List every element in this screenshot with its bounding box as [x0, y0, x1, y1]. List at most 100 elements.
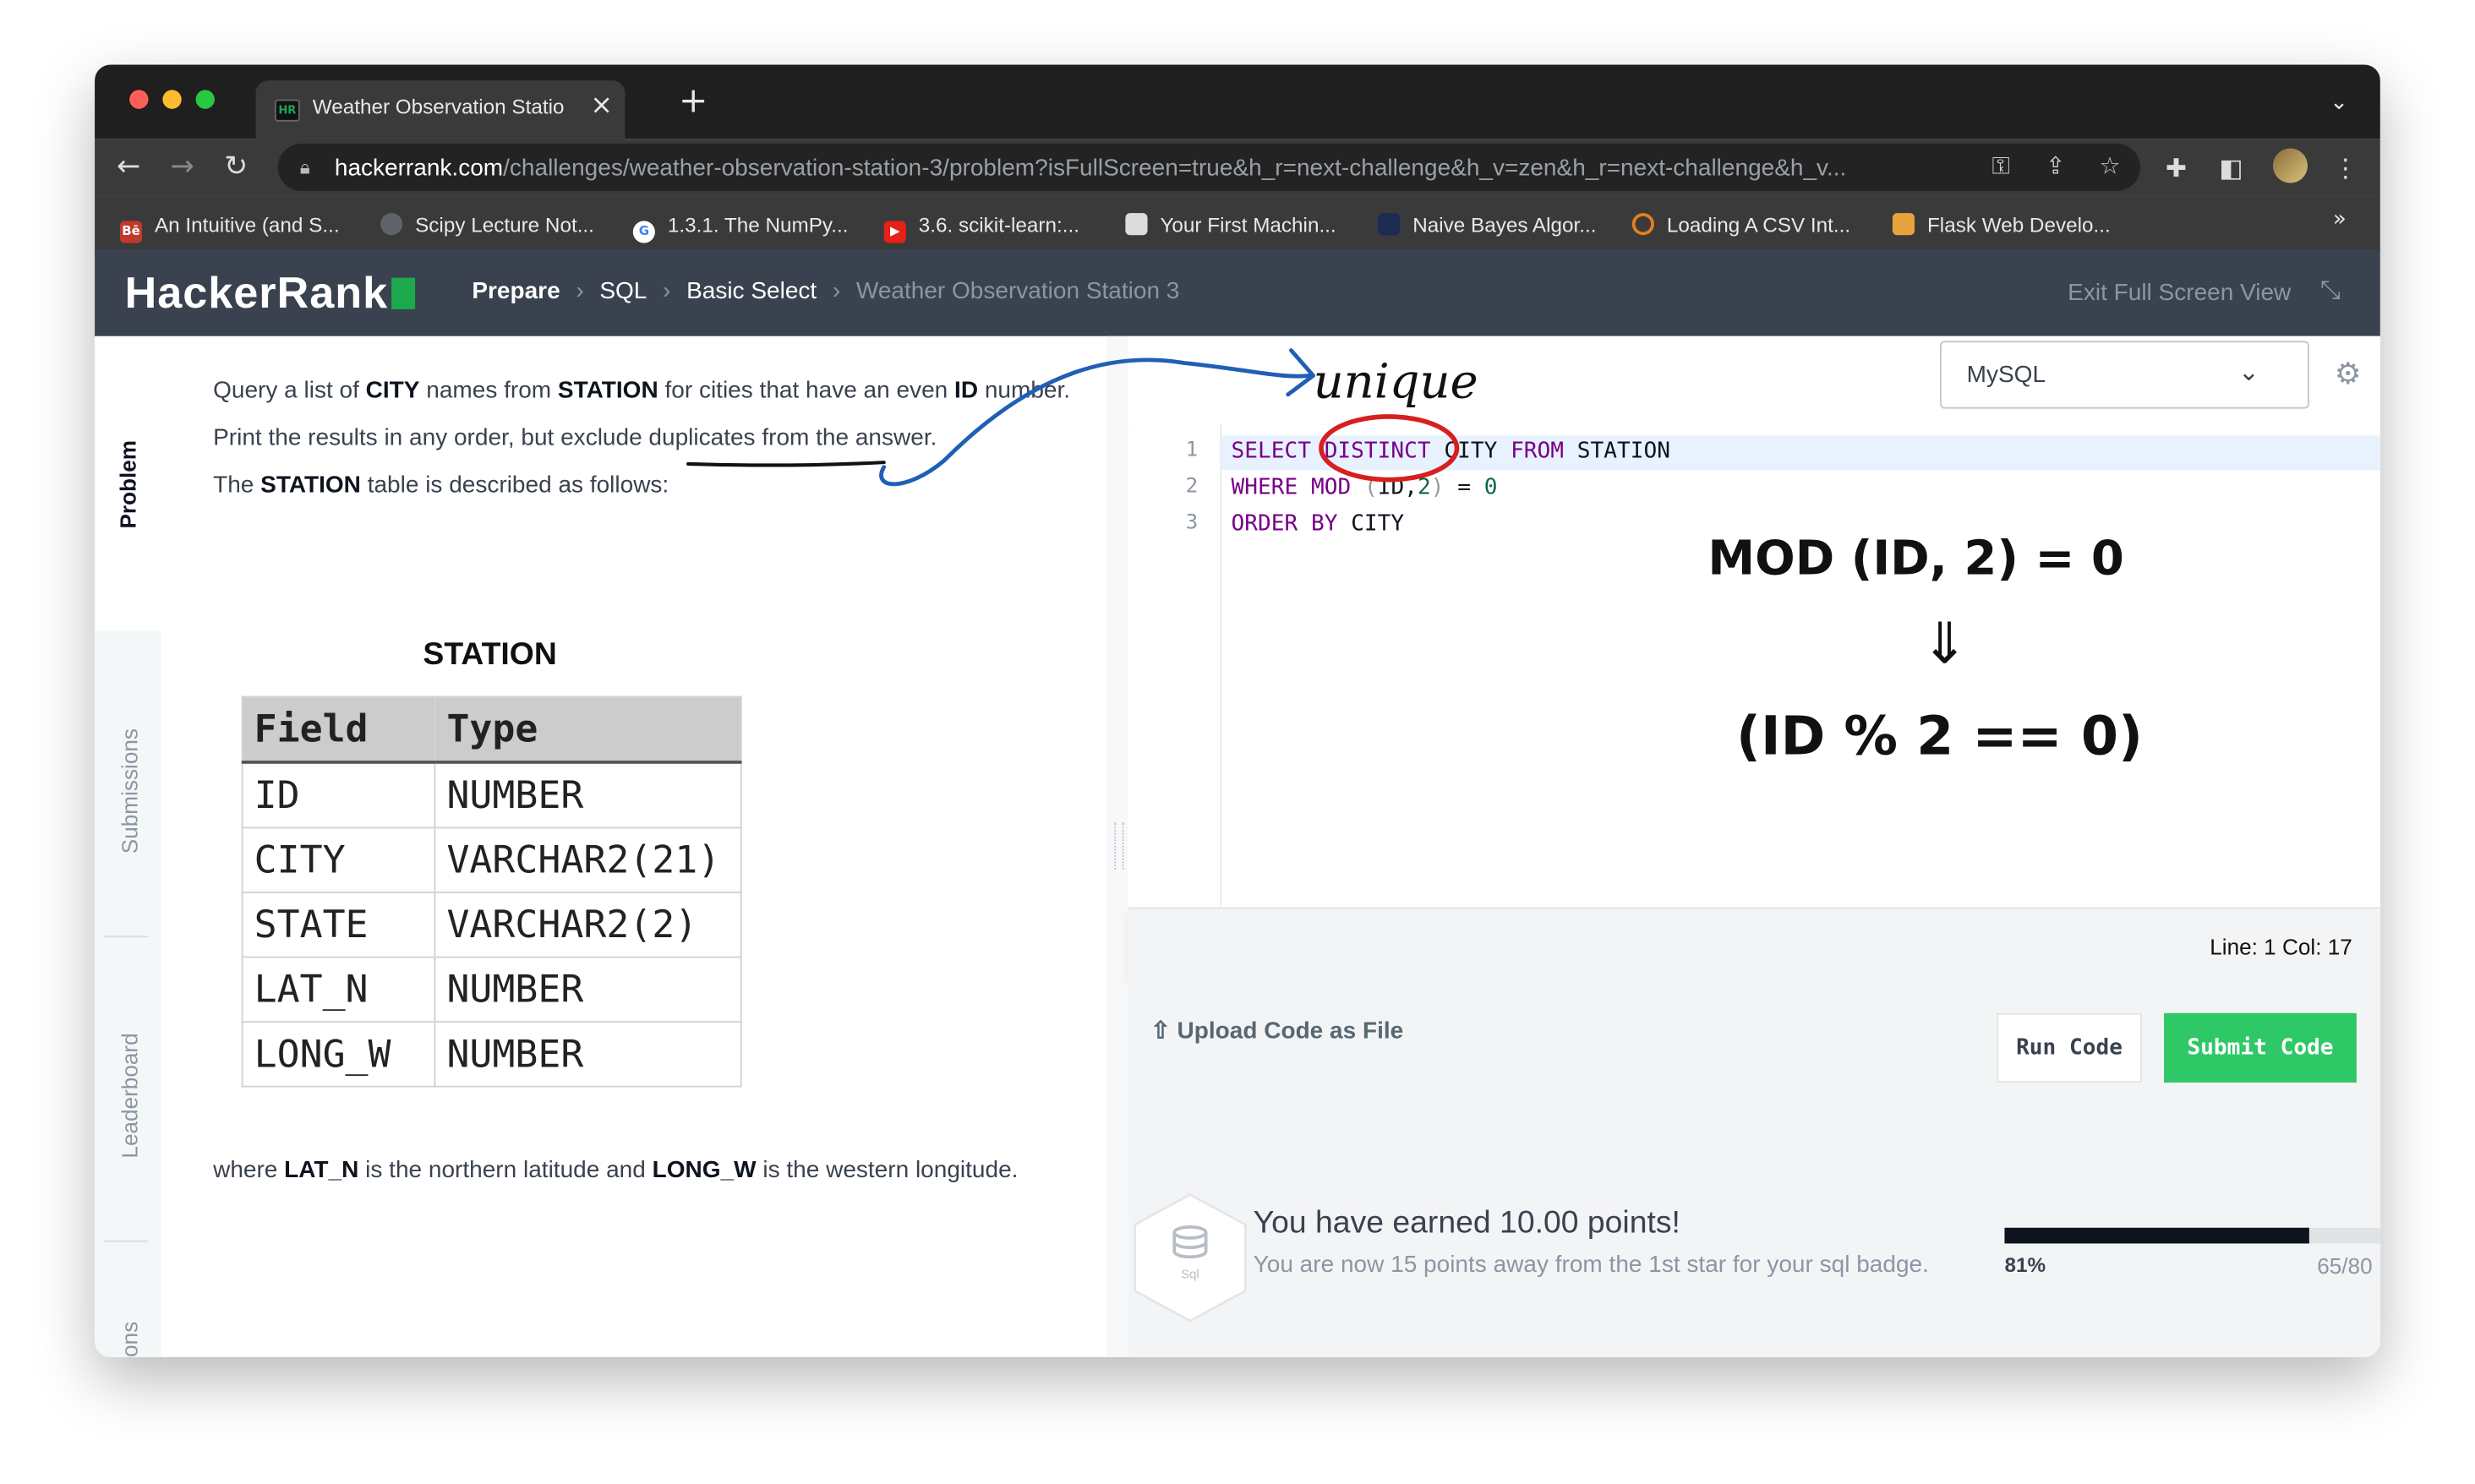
close-tab-icon[interactable]: × [590, 90, 613, 121]
language-value: MySQL [1966, 361, 2046, 389]
bookmark-item[interactable]: Naive Bayes Algor... [1378, 208, 1596, 237]
share-icon[interactable]: ⇪ [2046, 151, 2065, 180]
code-editor[interactable]: SELECT DISTINCT CITY FROM STATION WHERE … [1221, 424, 2380, 906]
problem-statement: Query a list of CITY names from STATION … [213, 368, 1097, 510]
logo-text: HackerRank [124, 268, 389, 318]
type-cell: NUMBER [434, 956, 742, 1023]
bookmark-item[interactable]: Loading A CSV Int... [1631, 208, 1850, 237]
breadcrumb-prepare[interactable]: Prepare [472, 278, 560, 305]
address-bar[interactable]: 🔒︎ hackerrank.com/challenges/weather-obs… [277, 143, 2141, 191]
token: BY [1310, 511, 1338, 537]
run-code-button[interactable]: Run Code [1997, 1012, 2142, 1083]
token: MOD [1310, 475, 1352, 500]
station-keyword: STATION [557, 377, 658, 405]
bookmark-label: Your First Machin... [1160, 213, 1336, 237]
page-icon [1125, 213, 1148, 236]
side-panel-icon[interactable]: ◧ [2219, 153, 2243, 183]
tab-problem[interactable]: Problem [115, 440, 140, 529]
key-icon[interactable]: ⚿ [1992, 151, 2010, 180]
bookmark-item[interactable]: Your First Machin... [1125, 208, 1336, 237]
gear-icon[interactable]: ⚙ [2335, 357, 2362, 391]
bookmark-label: Flask Web Develo... [1926, 213, 2111, 237]
back-icon[interactable]: ← [117, 150, 140, 183]
code-line: ORDER BY CITY [1231, 511, 1404, 537]
language-select[interactable]: MySQL ⌄ [1939, 341, 2309, 409]
tab-submissions[interactable]: Submissions [117, 728, 142, 854]
text: table is described as follows: [360, 472, 669, 499]
bookmark-item[interactable]: G 1.3.1. The NumPy... [632, 208, 848, 243]
upload-code-link[interactable]: ⇧ Upload Code as File [1150, 1017, 1403, 1045]
dark-site-icon [1378, 213, 1401, 236]
editor-toolbar: MySQL ⌄ ⚙ [1128, 336, 2380, 427]
text: names from [419, 377, 558, 405]
hackerrank-logo[interactable]: HackerRank [125, 268, 415, 319]
url-text: hackerrank.com/challenges/weather-observ… [335, 155, 1976, 182]
profile-avatar[interactable] [2272, 148, 2308, 183]
side-divider [104, 1240, 149, 1242]
bookmark-star-icon[interactable]: ☆ [2100, 151, 2121, 180]
exit-full-screen-link[interactable]: Exit Full Screen View [2068, 280, 2291, 307]
column-header: Type [434, 696, 742, 764]
extensions-icon[interactable]: ✚ [2166, 153, 2187, 183]
hackerrank-favicon-icon: HR [274, 99, 300, 122]
browser-tab[interactable]: HR Weather Observation Station 3 × [255, 80, 626, 139]
station-keyword: STATION [260, 472, 361, 499]
token: SELECT [1231, 439, 1311, 464]
menu-icon[interactable]: ⋮ [2333, 153, 2358, 183]
token: STATION [1564, 439, 1670, 464]
breadcrumb-current: Weather Observation Station 3 [855, 277, 1180, 305]
bookmark-item[interactable]: Scipy Lecture Not... [380, 208, 594, 237]
maximize-window-button[interactable] [195, 90, 215, 109]
breadcrumb-sql[interactable]: SQL [599, 278, 647, 305]
token: FROM [1511, 439, 1565, 464]
token: 2 [1417, 475, 1431, 500]
chevron-right-icon: › [663, 277, 671, 305]
bookmark-item[interactable]: Bē An Intuitive (and S... [119, 208, 340, 243]
token: DISTINCT [1324, 439, 1431, 464]
sql-badge: Sql [1134, 1192, 1247, 1323]
new-tab-button[interactable]: + [679, 85, 708, 120]
tab-discussions[interactable]: ons [117, 1322, 142, 1357]
progress-fill [2004, 1227, 2309, 1244]
logo-block-icon [391, 277, 415, 309]
token: WHERE [1231, 475, 1298, 500]
upload-icon: ⇧ [1150, 1018, 1177, 1045]
token: CITY [1337, 511, 1405, 537]
submit-code-button[interactable]: Submit Code [2164, 1012, 2357, 1083]
line-number: 1 [1185, 439, 1199, 463]
more-bookmarks-icon[interactable]: » [2333, 207, 2347, 232]
lat-n-keyword: LAT_N [284, 1156, 359, 1184]
breadcrumb-basic-select[interactable]: Basic Select [686, 278, 817, 305]
problem-paragraph: The STATION table is described as follow… [213, 462, 1097, 510]
table-header-row: Field Type [241, 696, 742, 764]
cursor-position: Line: 1 Col: 17 [2210, 934, 2352, 960]
text: where [213, 1156, 285, 1184]
close-window-button[interactable] [129, 90, 149, 109]
reload-icon[interactable]: ↻ [224, 150, 248, 183]
badge-label: Sql [1181, 1268, 1199, 1282]
token: 0 [1483, 475, 1498, 500]
minimize-window-button[interactable] [162, 90, 182, 109]
chevron-down-icon[interactable]: ⌄ [2330, 90, 2348, 115]
token: ( [1363, 475, 1378, 500]
tab-leaderboard[interactable]: Leaderboard [117, 1033, 142, 1158]
progress-percent: 81% [2004, 1252, 2046, 1277]
minimize-icon[interactable]: ⤡ [2320, 275, 2341, 306]
table-row: LAT_N NUMBER [241, 956, 742, 1023]
site-header: HackerRank Prepare › SQL › Basic Select › Weat… [95, 249, 2380, 336]
behance-icon: Bē [119, 221, 143, 243]
spinner-icon [1631, 213, 1654, 236]
forward-icon[interactable]: → [171, 150, 194, 183]
text: Query a list of [213, 377, 366, 405]
drag-handle-icon[interactable] [1114, 821, 1124, 870]
token: , [1404, 475, 1418, 500]
url-path: /challenges/weather-observation-station-… [503, 154, 1847, 182]
bookmark-item[interactable]: Flask Web Develo... [1892, 208, 2111, 237]
lock-icon: 🔒︎ [299, 155, 310, 179]
chevron-right-icon: › [576, 277, 584, 305]
badge-progress-bar [2004, 1227, 2380, 1244]
bookmark-item[interactable]: ▶ 3.6. scikit-learn:... [883, 208, 1079, 243]
table-row: STATE VARCHAR2(2) [241, 892, 742, 958]
